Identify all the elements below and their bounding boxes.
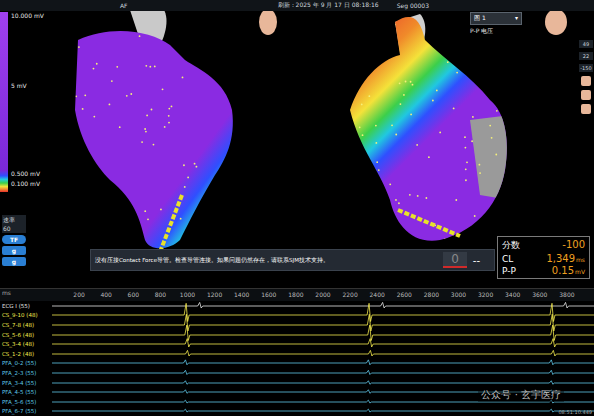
trace-row[interactable]: PFA_6-7 (55) [0,407,594,416]
axis-tick: 2200 [342,291,357,298]
rate-control[interactable]: 速率60 [2,215,26,233]
channel-label: CS_9-10 (48) [0,312,52,318]
time-axis: ms 200 400 600 800 1000 1200 1400 1600 1800 2000 2… [0,288,594,301]
trace-row[interactable]: ECG I (55) [0,301,594,311]
channel-label: CS_7-8 (48) [0,322,52,328]
channel-label: PFA_4-5 (55) [0,389,52,395]
channel-label: PFA_0-2 (55) [0,360,52,366]
watermark: 公众号 · 玄宇医疗 [478,388,564,402]
channel-label: PFA_3-4 (55) [0,380,52,386]
axis-tick: 800 [155,291,166,298]
axis-tick: 3000 [451,291,466,298]
axis-tick: 2000 [315,291,330,298]
torso-orientation-icon[interactable] [545,9,567,35]
axis-tick: 1800 [288,291,303,298]
trace-row[interactable]: PFA_2-3 (55) [0,368,594,378]
axis-tick: 3600 [532,291,547,298]
axis-unit: ms [0,289,52,301]
readout-row: 分数 -100 [502,239,585,252]
map-dropdown[interactable]: 图 1▾ [470,12,522,25]
tool-badge[interactable]: g [2,246,26,255]
torso-orientation-icon[interactable] [259,9,277,35]
channel-label: PFA_5-6 (55) [0,399,52,405]
toolbar-value[interactable]: -150 [579,64,593,72]
channel-label: CS_1-2 (48) [0,351,52,357]
trace-panel: ECG I (55) CS_9-10 (48) CS_7-8 (48) CS_5… [0,301,594,416]
map-type: P-P 电压 [470,27,522,36]
axis-tick: 2400 [370,291,385,298]
channel-label: PFA_2-3 (55) [0,370,52,376]
trace-row[interactable]: CS_1-2 (48) [0,349,594,359]
time-stamp: 08:51:10.449 [558,409,592,415]
readout-row: CL 1,349ms [502,253,585,264]
map-area[interactable]: AF 刷新：2025 年 9 月 17 日 08:18:16 Seg 00003… [0,0,594,288]
trace-line [52,330,594,340]
refresh-time: 刷新：2025 年 9 月 17 日 08:18:16 [278,1,379,10]
axis-tick: 2800 [424,291,439,298]
catheter-left [160,195,182,252]
trace-line [52,339,594,349]
view-icon[interactable] [581,90,591,100]
mode-label: AF [120,2,128,9]
axis-tick: 200 [73,291,84,298]
trace-row[interactable]: PFA_0-2 (55) [0,359,594,369]
readout-row: P-P 0.15mV [502,265,585,276]
force-value: 0 [443,252,467,268]
left-chamber-map[interactable] [75,31,233,248]
axis-tick: 600 [128,291,139,298]
trace-line [52,310,594,320]
axis-tick: 1400 [234,291,249,298]
segment-label: Seg 00003 [397,2,429,9]
trace-line [52,320,594,330]
message-bar: 没有压接Contact Force导管。检查导管连接。如果问题仍然存在，请联系S… [90,249,495,271]
message-text: 没有压接Contact Force导管。检查导管连接。如果问题仍然存在，请联系S… [95,257,437,264]
trace-row[interactable]: CS_5-6 (48) [0,330,594,340]
channel-label: PFA_6-7 (55) [0,408,52,414]
trace-row[interactable]: CS_7-8 (48) [0,320,594,330]
scale-label: 5 mV [11,82,27,89]
scale-label: 0.500 mV [11,170,40,177]
tool-badge[interactable]: TF [2,235,26,244]
scale-label: 10.000 mV [11,12,44,19]
trace-line [52,368,594,378]
view-icon[interactable] [581,104,591,114]
axis-tick: 1200 [207,291,222,298]
catheter-right [398,210,460,236]
trace-line [52,358,594,368]
map-select[interactable]: 图 1▾ P-P 电压 [470,12,522,36]
axis-tick: 1000 [180,291,195,298]
axis-tick: 2600 [397,291,412,298]
force-secondary: -- [473,255,490,266]
color-scale[interactable]: 10.000 mV 5 mV 0.500 mV 0.100 mV [0,12,61,192]
toolbar-value[interactable]: 49 [579,40,593,48]
channel-label: ECG I (55) [0,303,52,309]
side-tools: 速率60 TF gg [2,215,26,266]
axis-tick: 400 [100,291,111,298]
toolbar-value[interactable]: 22 [579,52,593,60]
view-icon[interactable] [581,76,591,86]
mapping-screen: AF 刷新：2025 年 9 月 17 日 08:18:16 Seg 00003… [0,0,594,416]
tool-badge[interactable]: g [2,257,26,266]
trace-line [52,378,594,388]
axis-tick: 1600 [261,291,276,298]
trace-row[interactable]: CS_3-4 (48) [0,339,594,349]
axis-tick: 3200 [478,291,493,298]
top-bar: AF 刷新：2025 年 9 月 17 日 08:18:16 Seg 00003 [0,0,594,11]
channel-label: CS_3-4 (48) [0,341,52,347]
trace-line [52,349,594,359]
color-scale-bar[interactable] [0,12,8,192]
trace-line [52,301,594,311]
scale-label: 0.100 mV [11,180,40,187]
trace-line [52,406,594,416]
axis-tick: 3400 [505,291,520,298]
channel-label: CS_5-6 (48) [0,332,52,338]
readout-box: 分数 -100CL 1,349msP-P 0.15mV [497,236,590,279]
right-toolbar: 49 22 -150 [578,40,594,114]
trace-row[interactable]: CS_9-10 (48) [0,311,594,321]
axis-tick: 3800 [559,291,574,298]
trace-row[interactable]: PFA_3-4 (55) [0,378,594,388]
